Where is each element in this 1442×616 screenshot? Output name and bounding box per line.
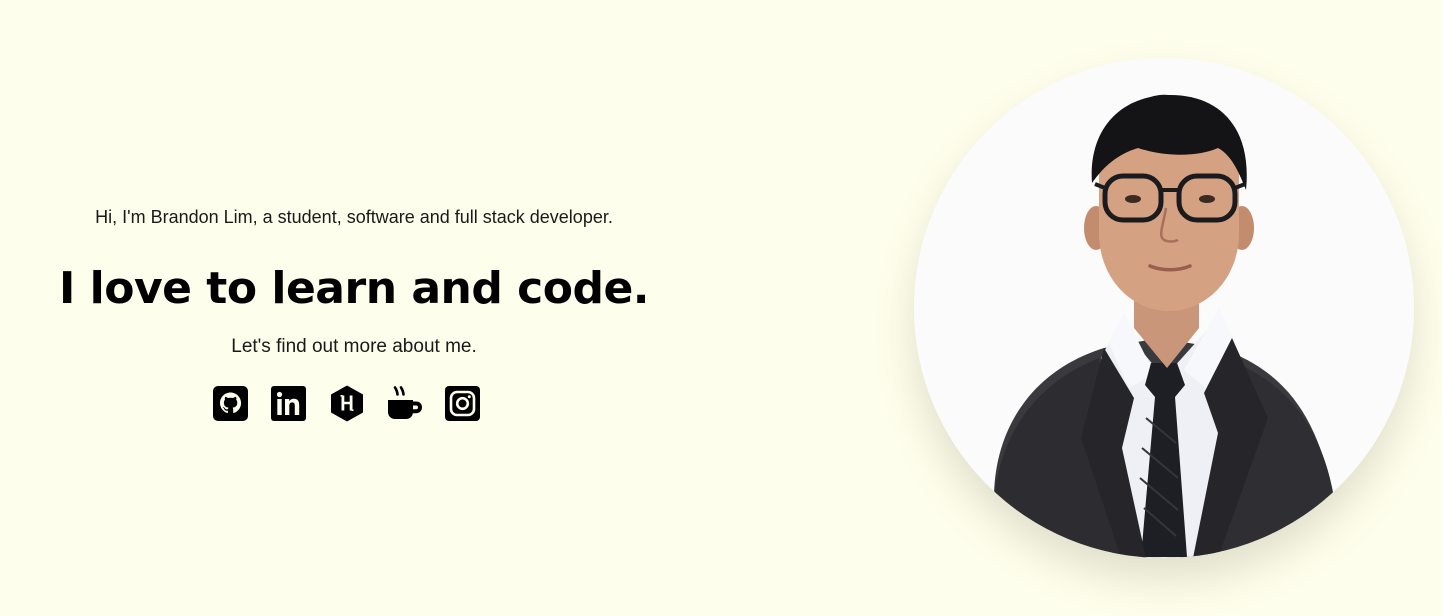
subheading-text: Let's find out more about me.	[231, 336, 477, 357]
instagram-icon	[444, 386, 480, 421]
headline: I love to learn and code.	[58, 263, 650, 314]
github-link[interactable]	[212, 384, 250, 422]
greeting-text: Hi, I'm Brandon Lim, a student, software…	[95, 207, 613, 227]
hero-section: Hi, I'm Brandon Lim, a student, software…	[0, 0, 1442, 616]
hackerrank-icon	[330, 385, 363, 422]
linkedin-link[interactable]	[270, 384, 308, 422]
portrait-illustration	[914, 58, 1414, 558]
linkedin-icon	[270, 386, 306, 421]
github-icon	[212, 386, 248, 421]
instagram-link[interactable]	[444, 384, 482, 422]
coffee-link[interactable]	[386, 384, 424, 422]
social-links	[50, 384, 658, 422]
intro-block: Hi, I'm Brandon Lim, a student, software…	[50, 205, 658, 422]
profile-photo	[914, 58, 1414, 558]
hackerrank-link[interactable]	[328, 384, 366, 422]
coffee-icon	[387, 386, 422, 419]
